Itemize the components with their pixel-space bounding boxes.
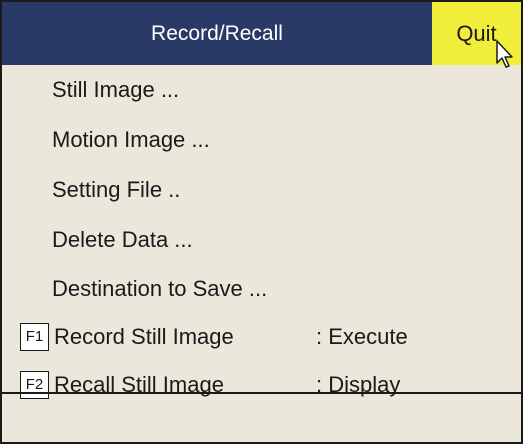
f1-label: Record Still Image: [54, 324, 234, 349]
menu-item-setting-file[interactable]: Setting File ..: [52, 176, 180, 204]
menu-item-destination-to-save[interactable]: Destination to Save ...: [52, 275, 267, 303]
menu-item-delete-data[interactable]: Delete Data ...: [52, 226, 193, 254]
mouse-pointer-icon: [496, 40, 513, 68]
menu-item-still-image[interactable]: Still Image ...: [52, 76, 179, 104]
title-bar: Record/Recall Quit: [2, 2, 521, 65]
f1-record-still-image-row[interactable]: F1 Record Still Image : Execute: [20, 322, 500, 352]
dialog-title: Record/Recall: [151, 22, 283, 45]
record-recall-dialog: Record/Recall Quit Still Image ... Motio…: [0, 0, 523, 444]
f1-key-badge: F1: [20, 323, 49, 351]
f1-value: : Execute: [316, 324, 408, 349]
status-area: [2, 394, 521, 442]
menu-item-motion-image[interactable]: Motion Image ...: [52, 126, 210, 154]
